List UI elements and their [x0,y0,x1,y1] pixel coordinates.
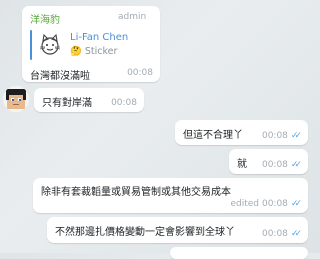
double-check-icon: ✓✓ [290,131,302,141]
message-bubble-3[interactable]: 但這不合理丫 00:08 ✓✓ [175,120,308,145]
double-check-icon: ✓✓ [290,160,302,170]
message-time: 00:08 [261,199,288,209]
message-bubble-6[interactable]: 不然那邊扎價格變動一定會影響到全球丫 00:08 ✓✓ [47,217,308,243]
message-time: 00:08 [127,68,153,78]
message-text: 就 [237,159,247,170]
pixel-face-icon [3,86,29,112]
message-meta: 00:08 [127,68,153,78]
message-meta: 00:08 ✓✓ [261,160,302,170]
sender-avatar[interactable] [3,86,29,112]
cat-sticker-thumb [36,31,64,59]
message-meta: edited 00:08 ✓✓ [230,199,302,209]
reply-accent-bar [30,30,32,60]
message-bubble-4[interactable]: 就 00:08 ✓✓ [229,149,308,174]
double-check-icon: ✓✓ [290,229,302,239]
reply-preview-text: 🤔 Sticker [70,46,118,57]
message-time: 00:08 [111,98,137,108]
edited-label: edited [230,199,259,209]
message-bubble-1[interactable]: 洋海豹 admin Li-Fan Chen 🤔 Sticker 台灣都沒滿啦 0… [22,6,160,82]
message-text: 只有對岸滿 [42,98,92,109]
message-bubble-5[interactable]: 除非有套裁韜量或貿易管制或其他交易成本 edited 00:08 ✓✓ [33,178,308,213]
message-text: 不然那邊扎價格變動一定會影響到全球丫 [55,227,235,238]
reply-preview[interactable]: Li-Fan Chen 🤔 Sticker [30,28,154,62]
reply-name: Li-Fan Chen [70,32,129,43]
message-time: 00:08 [261,160,288,170]
message-text: 但這不合理丫 [183,130,243,141]
message-time: 00:08 [261,131,288,141]
message-bubble-partial [170,247,308,259]
message-meta: 00:08 ✓✓ [261,131,302,141]
message-text: 除非有套裁韜量或貿易管制或其他交易成本 [41,187,231,198]
message-meta: 00:08 ✓✓ [261,229,302,239]
admin-badge: admin [118,12,147,22]
message-meta: 00:08 [111,98,137,108]
message-text: 台灣都沒滿啦 [30,71,90,82]
message-time: 00:08 [261,229,288,239]
message-bubble-2[interactable]: 只有對岸滿 00:08 [34,88,144,112]
double-check-icon: ✓✓ [290,199,302,209]
sender-name[interactable]: 洋海豹 [30,11,60,26]
